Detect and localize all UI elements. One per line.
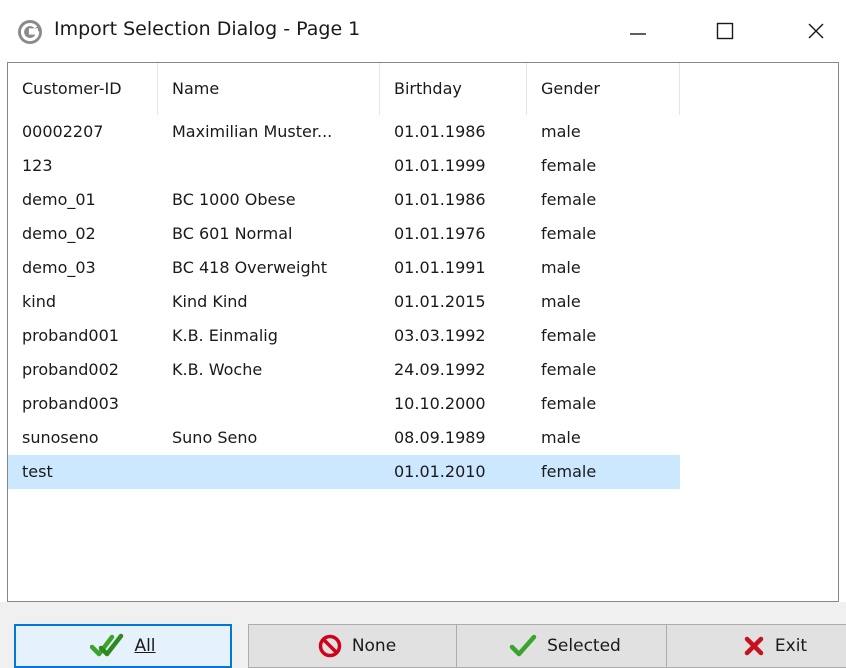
cell-birthday: 01.01.2015	[394, 292, 486, 311]
cell-birthday: 03.03.1992	[394, 326, 486, 345]
none-button-label: None	[351, 636, 397, 656]
all-button-label: All	[134, 636, 156, 656]
column-header-birthday[interactable]: Birthday	[380, 63, 527, 115]
selected-button[interactable]: Selected	[456, 624, 674, 668]
title-bar[interactable]: Import Selection Dialog - Page 1	[0, 0, 846, 62]
cell-customer-id: proband002	[22, 360, 119, 379]
cell-name: BC 1000 Obese	[172, 190, 296, 209]
cell-gender: female	[541, 326, 597, 345]
table-row[interactable]: demo_03 BC 418 Overweight 01.01.1991 mal…	[8, 251, 680, 285]
cell-birthday: 01.01.1991	[394, 258, 486, 277]
table-row[interactable]: proband003 10.10.2000 female	[8, 387, 680, 421]
column-header-gender[interactable]: Gender	[527, 63, 680, 115]
cell-gender: female	[541, 462, 597, 481]
button-bar: All None Selected Exit	[0, 602, 846, 668]
prohibited-icon	[318, 634, 342, 658]
cell-gender: male	[541, 122, 581, 141]
cell-birthday: 01.01.1986	[394, 190, 486, 209]
cell-name: Kind Kind	[172, 292, 248, 311]
cell-gender: female	[541, 360, 597, 379]
cell-customer-id: proband003	[22, 394, 119, 413]
column-header-customer-id[interactable]: Customer-ID	[8, 63, 158, 115]
cell-name: BC 418 Overweight	[172, 258, 328, 277]
all-button[interactable]: All	[14, 624, 232, 668]
cell-gender: female	[541, 190, 597, 209]
table-row-selected[interactable]: test 01.01.2010 female	[8, 455, 680, 489]
cell-birthday: 01.01.1999	[394, 156, 486, 175]
none-button[interactable]: None	[248, 624, 466, 668]
exit-button[interactable]: Exit	[666, 624, 846, 668]
cell-customer-id: demo_03	[22, 258, 96, 277]
cell-name	[158, 387, 380, 421]
minimize-button[interactable]	[607, 0, 669, 62]
cell-birthday: 10.10.2000	[394, 394, 486, 413]
exit-button-label: Exit	[774, 636, 808, 656]
cell-customer-id: sunoseno	[22, 428, 99, 447]
table-row[interactable]: sunoseno Suno Seno 08.09.1989 male	[8, 421, 680, 455]
column-header-row: Customer-ID Name Birthday Gender	[8, 63, 680, 115]
cell-gender: female	[541, 224, 597, 243]
cell-name: K.B. Einmalig	[172, 326, 278, 345]
cell-name: Maximilian Muster...	[172, 122, 333, 141]
cell-birthday: 01.01.2010	[394, 462, 486, 481]
cell-customer-id: test	[22, 462, 53, 481]
cell-birthday: 01.01.1976	[394, 224, 486, 243]
table-row[interactable]: proband002 K.B. Woche 24.09.1992 female	[8, 353, 680, 387]
table-row[interactable]: 00002207 Maximilian Muster... 01.01.1986…	[8, 115, 680, 149]
cell-gender: male	[541, 428, 581, 447]
cell-gender: female	[541, 394, 597, 413]
cell-customer-id: 00002207	[22, 122, 104, 141]
close-button[interactable]	[785, 0, 846, 62]
cell-name	[158, 455, 380, 489]
cell-gender: female	[541, 156, 597, 175]
table-row[interactable]: proband001 K.B. Einmalig 03.03.1992 fema…	[8, 319, 680, 353]
maximize-icon	[716, 22, 734, 40]
cell-name: Suno Seno	[172, 428, 258, 447]
cell-customer-id: proband001	[22, 326, 119, 345]
maximize-button[interactable]	[694, 0, 756, 62]
app-logo-icon	[18, 20, 42, 44]
cell-birthday: 08.09.1989	[394, 428, 486, 447]
table-row[interactable]: demo_01 BC 1000 Obese 01.01.1986 female	[8, 183, 680, 217]
table-row[interactable]: 123 01.01.1999 female	[8, 149, 680, 183]
customer-list[interactable]: Customer-ID Name Birthday Gender 0000220…	[7, 62, 839, 602]
minimize-icon	[630, 33, 646, 35]
selected-button-label: Selected	[547, 636, 621, 656]
column-header-name[interactable]: Name	[158, 63, 380, 115]
red-x-icon	[744, 636, 764, 656]
table-row[interactable]: kind Kind Kind 01.01.2015 male	[8, 285, 680, 319]
cell-customer-id: demo_02	[22, 224, 96, 243]
cell-birthday: 01.01.1986	[394, 122, 486, 141]
checkmark-icon	[509, 634, 537, 657]
table-row[interactable]: demo_02 BC 601 Normal 01.01.1976 female	[8, 217, 680, 251]
cell-gender: male	[541, 292, 581, 311]
cell-customer-id: demo_01	[22, 190, 96, 209]
cell-customer-id: kind	[22, 292, 57, 311]
cell-name: BC 601 Normal	[172, 224, 293, 243]
cell-gender: male	[541, 258, 581, 277]
double-checkmark-icon	[90, 633, 124, 657]
cell-name: K.B. Woche	[172, 360, 263, 379]
close-icon	[808, 23, 824, 39]
cell-birthday: 24.09.1992	[394, 360, 486, 379]
cell-customer-id: 123	[22, 156, 53, 175]
window-title: Import Selection Dialog - Page 1	[54, 18, 361, 40]
cell-name	[158, 149, 380, 183]
